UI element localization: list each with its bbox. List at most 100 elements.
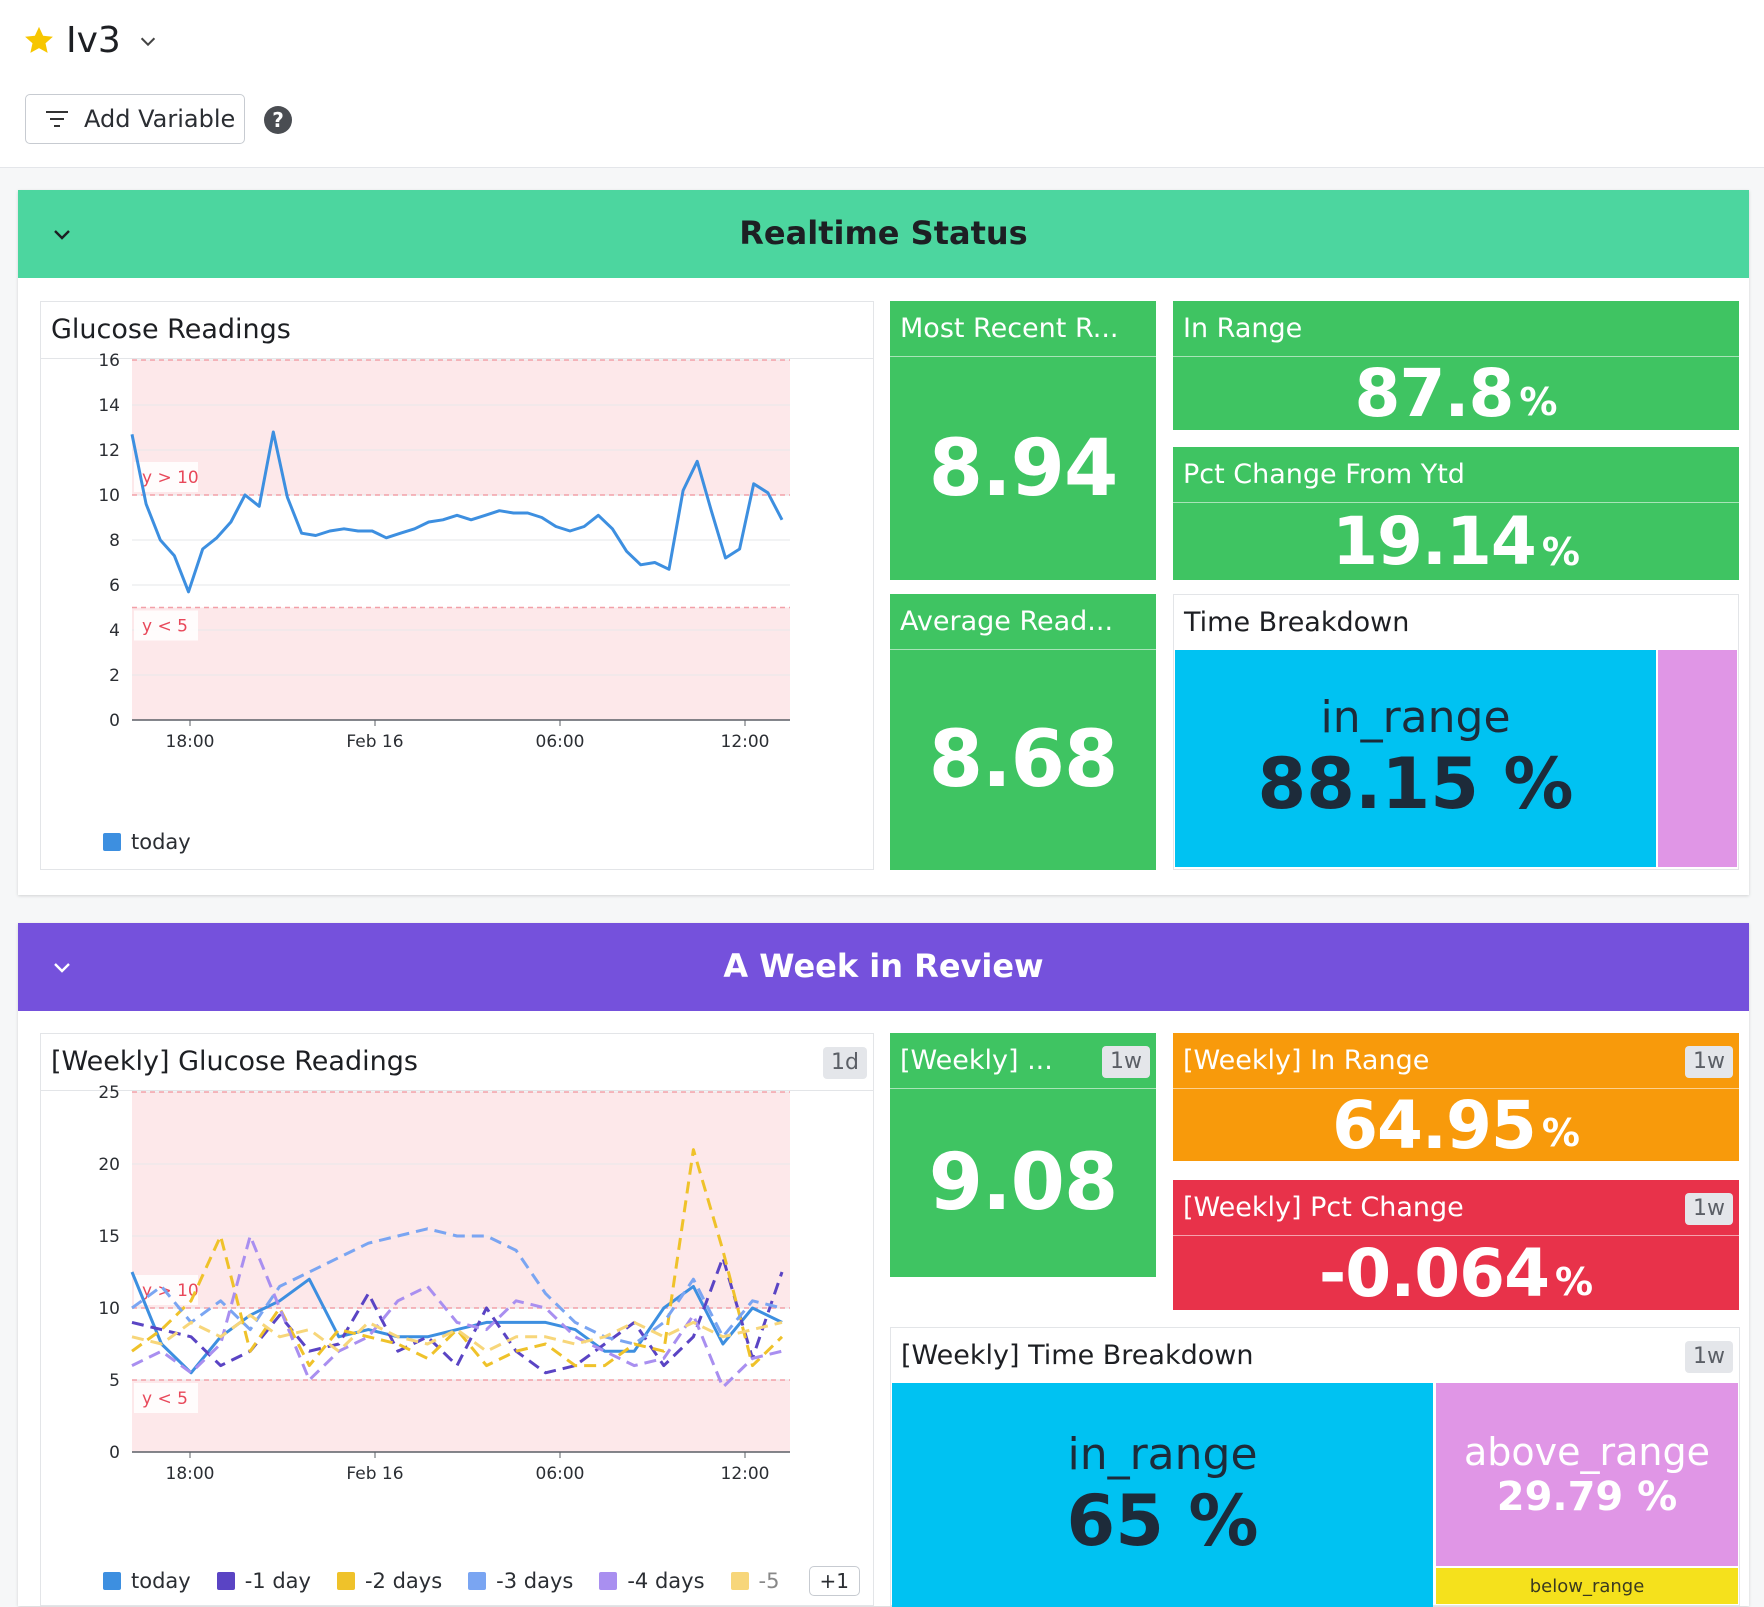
legend-item-today[interactable]: today [103, 830, 191, 854]
legend-label: -5 days [758, 1569, 783, 1593]
query-value: 8.94 [928, 423, 1118, 514]
legend-swatch [336, 1572, 355, 1590]
widget-title: Pct Change From Ytd [1183, 459, 1465, 490]
chevron-down-icon[interactable] [137, 30, 159, 52]
time-breakdown-widget[interactable]: Time Breakdown in_range 88.15 % [1173, 594, 1739, 870]
weekly-pct-change-widget[interactable]: [Weekly] Pct Change 1w -0.064% [1173, 1180, 1739, 1310]
chart-legend: today -1 day -2 days -3 days -4 days -5 … [103, 1566, 861, 1596]
y-tick-label: 4 [109, 621, 120, 641]
legend-swatch [103, 833, 121, 851]
legend-item-minus4[interactable]: -4 days [599, 1569, 705, 1593]
legend-label: -2 days [364, 1569, 443, 1593]
treemap-cell-other[interactable] [1658, 650, 1737, 867]
treemap-cell-below-range[interactable]: below_range [1436, 1568, 1738, 1604]
query-value: -0.064 [1318, 1234, 1550, 1311]
y-tick-label: 6 [109, 576, 120, 596]
query-value: 64.95 [1332, 1086, 1537, 1162]
group-header[interactable]: Realtime Status [18, 190, 1749, 278]
legend-item-today[interactable]: today [103, 1569, 191, 1593]
y-tick-label: 0 [109, 711, 120, 731]
average-reading-widget[interactable]: Average Read... 8.68 [890, 594, 1156, 870]
treemap-cell-above-range[interactable]: above_range 29.79 % [1436, 1383, 1738, 1566]
glucose-readings-chart[interactable]: 0 2 4 6 8 10 12 14 16 y > 10 y < 5 18:00 Feb 16 06:00… [41, 302, 875, 871]
x-tick-label: 12:00 [721, 1464, 770, 1484]
legend-swatch [730, 1572, 749, 1590]
marker-label: y < 5 [142, 1389, 188, 1409]
x-tick-label: Feb 16 [346, 1464, 403, 1484]
query-value: 19.14 [1332, 503, 1537, 580]
legend-label: today [131, 830, 191, 854]
query-value: 9.08 [928, 1138, 1118, 1228]
widget-title: [Weekly] ... [900, 1045, 1053, 1076]
y-tick-label: 5 [109, 1371, 120, 1391]
legend-label: -4 days [627, 1569, 705, 1593]
marker-label: y > 10 [142, 468, 199, 488]
weekly-glucose-widget[interactable]: [Weekly] Glucose Readings 1d 0 5 10 15 20 25 y… [40, 1033, 874, 1606]
y-tick-label: 15 [98, 1227, 120, 1247]
pct-change-widget[interactable]: Pct Change From Ytd 19.14% [1173, 447, 1739, 580]
group-title: A Week in Review [723, 947, 1044, 985]
weekly-glucose-chart[interactable]: 0 5 10 15 20 25 y > 10 y < 5 18:00 Feb 16 06:00 12:… [41, 1034, 875, 1607]
widget-title: In Range [1183, 313, 1303, 344]
value-unit: % [1519, 380, 1558, 424]
query-value: 8.68 [928, 715, 1118, 805]
y-tick-label: 10 [98, 1299, 120, 1319]
in-range-widget[interactable]: In Range 87.8% [1173, 301, 1739, 430]
treemap-cell-in-range[interactable]: in_range 88.15 % [1175, 650, 1656, 867]
widget-header: [Weekly] Pct Change 1w [1173, 1180, 1739, 1236]
time-tag: 1w [1685, 1046, 1733, 1078]
legend-label: -1 day [244, 1569, 311, 1593]
y-tick-label: 20 [98, 1155, 120, 1175]
title-row: Iv3 [22, 20, 159, 61]
time-tag: 1w [1685, 1193, 1733, 1225]
legend-more-button[interactable]: +1 [808, 1566, 861, 1596]
legend-swatch [103, 1572, 121, 1590]
group-realtime-status: Realtime Status Glucose Readings 0 2 4 6 8 10… [18, 190, 1749, 895]
dashboard-header: Iv3 Add Variable ? [0, 0, 1764, 168]
x-tick-label: 18:00 [166, 732, 215, 752]
time-tag: 1w [1685, 1341, 1733, 1373]
legend-item-minus1[interactable]: -1 day [216, 1569, 311, 1593]
help-icon[interactable]: ? [264, 106, 292, 134]
x-tick-label: 12:00 [721, 732, 770, 752]
widget-header: [Weekly] In Range 1w [1173, 1033, 1739, 1089]
cell-value: 88.15 % [1257, 743, 1574, 825]
widget-title: Time Breakdown [1184, 607, 1410, 638]
cell-label: below_range [1529, 1575, 1645, 1597]
add-variable-button[interactable]: Add Variable [25, 94, 245, 144]
legend-item-minus3[interactable]: -3 days [468, 1569, 573, 1593]
widget-header: [Weekly] ... 1w [890, 1033, 1156, 1089]
group-header[interactable]: A Week in Review [18, 923, 1749, 1011]
y-tick-label: 12 [98, 441, 120, 461]
most-recent-reading-widget[interactable]: Most Recent R... 8.94 [890, 301, 1156, 580]
legend-item-minus2[interactable]: -2 days [336, 1569, 443, 1593]
weekly-time-breakdown-widget[interactable]: [Weekly] Time Breakdown 1w in_range 65 %… [890, 1327, 1740, 1607]
filter-icon [46, 111, 68, 127]
marker-band-low [132, 607, 790, 720]
time-tag: 1w [1102, 1046, 1150, 1078]
group-title: Realtime Status [739, 214, 1028, 252]
marker-band-low [132, 1380, 790, 1452]
legend-label: today [131, 1569, 191, 1593]
x-tick-label: 06:00 [536, 732, 585, 752]
treemap-cell-in-range[interactable]: in_range 65 % [892, 1383, 1433, 1607]
query-value: 87.8 [1354, 355, 1515, 430]
favorite-star-icon[interactable] [22, 24, 56, 58]
value-unit: % [1541, 1111, 1580, 1155]
y-tick-label: 16 [98, 351, 120, 371]
legend-item-minus5[interactable]: -5 days [730, 1569, 783, 1593]
value-unit: % [1555, 1260, 1594, 1304]
x-tick-label: 06:00 [536, 1464, 585, 1484]
marker-label: y < 5 [142, 617, 188, 637]
widget-header: Most Recent R... [890, 301, 1156, 357]
weekly-average-widget[interactable]: [Weekly] ... 1w 9.08 [890, 1033, 1156, 1277]
widget-header: In Range [1173, 301, 1739, 357]
y-tick-label: 25 [98, 1083, 120, 1103]
legend-swatch [216, 1572, 235, 1590]
legend-swatch [599, 1572, 618, 1590]
cell-value: 29.79 % [1496, 1473, 1678, 1520]
weekly-in-range-widget[interactable]: [Weekly] In Range 1w 64.95% [1173, 1033, 1739, 1161]
dashboard-title[interactable]: Iv3 [66, 20, 121, 61]
widget-title: [Weekly] Pct Change [1183, 1192, 1464, 1223]
glucose-readings-widget[interactable]: Glucose Readings 0 2 4 6 8 10 12 14 16 y > 10 y < … [40, 301, 874, 870]
